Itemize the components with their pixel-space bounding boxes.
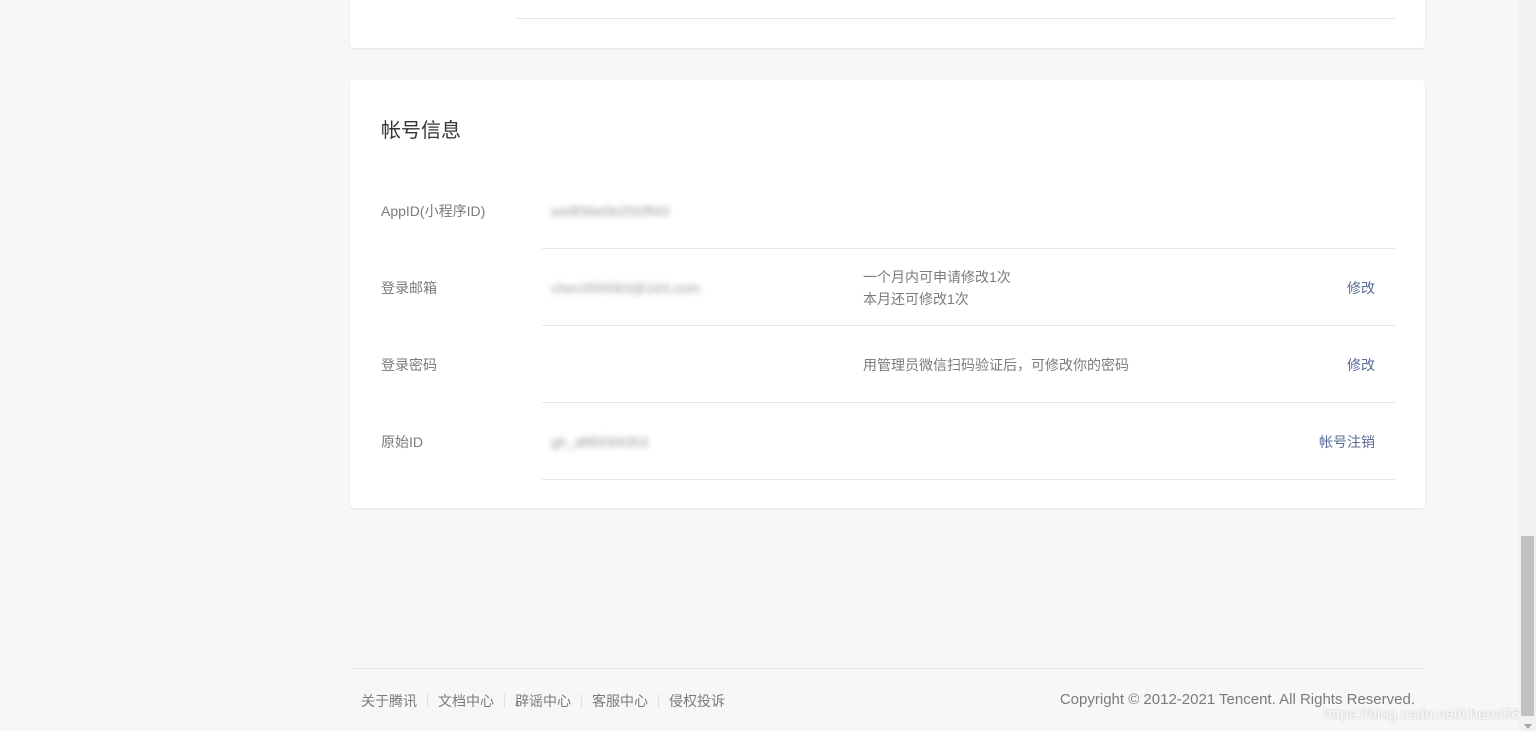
footer-separator bbox=[581, 694, 582, 708]
row-value-blurred: chen35f4563@163.com bbox=[551, 279, 700, 296]
cancel-account-button[interactable]: 帐号注销 bbox=[1319, 432, 1375, 452]
row-label: 登录密码 bbox=[381, 356, 437, 373]
description-line: 一个月内可申请修改1次 bbox=[863, 268, 1011, 285]
previous-section-card bbox=[350, 0, 1425, 48]
footer: 关于腾讯 文档中心 辟谣中心 客服中心 侵权投诉 Copyright © 201… bbox=[350, 668, 1425, 731]
row-description: 用管理员微信扫码验证后，可修改你的密码 bbox=[863, 354, 1129, 376]
footer-link-docs[interactable]: 文档中心 bbox=[438, 691, 494, 711]
scroll-down-arrow-icon[interactable] bbox=[1524, 724, 1532, 729]
row-login-email: 登录邮箱 chen35f4563@163.com 一个月内可申请修改1次 本月还… bbox=[350, 249, 1425, 326]
footer-separator bbox=[504, 694, 505, 708]
divider bbox=[542, 479, 1395, 480]
modify-password-button[interactable]: 修改 bbox=[1347, 355, 1375, 375]
section-title: 帐号信息 bbox=[381, 120, 461, 142]
footer-link-about-tencent[interactable]: 关于腾讯 bbox=[361, 691, 417, 711]
row-original-id: 原始ID gh_d8f0f3f4353 帐号注销 bbox=[350, 403, 1425, 480]
row-value-blurred: wx8f36e0b2f32ff43 bbox=[551, 202, 670, 219]
footer-separator bbox=[658, 694, 659, 708]
row-appid: AppID(小程序ID) wx8f36e0b2f32ff43 bbox=[350, 172, 1425, 249]
description-line: 用管理员微信扫码验证后，可修改你的密码 bbox=[863, 356, 1129, 373]
footer-link-infringement[interactable]: 侵权投诉 bbox=[669, 691, 725, 711]
account-info-card: 帐号信息 AppID(小程序ID) wx8f36e0b2f32ff43 登录邮箱… bbox=[350, 80, 1425, 508]
modify-email-button[interactable]: 修改 bbox=[1347, 278, 1375, 298]
footer-separator bbox=[427, 694, 428, 708]
footer-link-rumor-center[interactable]: 辟谣中心 bbox=[515, 691, 571, 711]
watermark: https://blog.csdn.net/chen4565 bbox=[1323, 706, 1528, 723]
footer-links: 关于腾讯 文档中心 辟谣中心 客服中心 侵权投诉 bbox=[361, 691, 725, 711]
row-value-blurred: gh_d8f0f3f4353 bbox=[551, 433, 649, 450]
row-login-password: 登录密码 用管理员微信扫码验证后，可修改你的密码 修改 bbox=[350, 326, 1425, 403]
divider bbox=[515, 18, 1395, 19]
row-label: AppID(小程序ID) bbox=[381, 202, 486, 219]
scrollbar[interactable] bbox=[1519, 0, 1536, 731]
row-label: 登录邮箱 bbox=[381, 279, 437, 296]
footer-link-customer-service[interactable]: 客服中心 bbox=[592, 691, 648, 711]
description-line: 本月还可修改1次 bbox=[863, 290, 969, 307]
row-label: 原始ID bbox=[381, 433, 423, 450]
scrollbar-thumb[interactable] bbox=[1521, 536, 1534, 716]
row-description: 一个月内可申请修改1次 本月还可修改1次 bbox=[863, 266, 1011, 310]
